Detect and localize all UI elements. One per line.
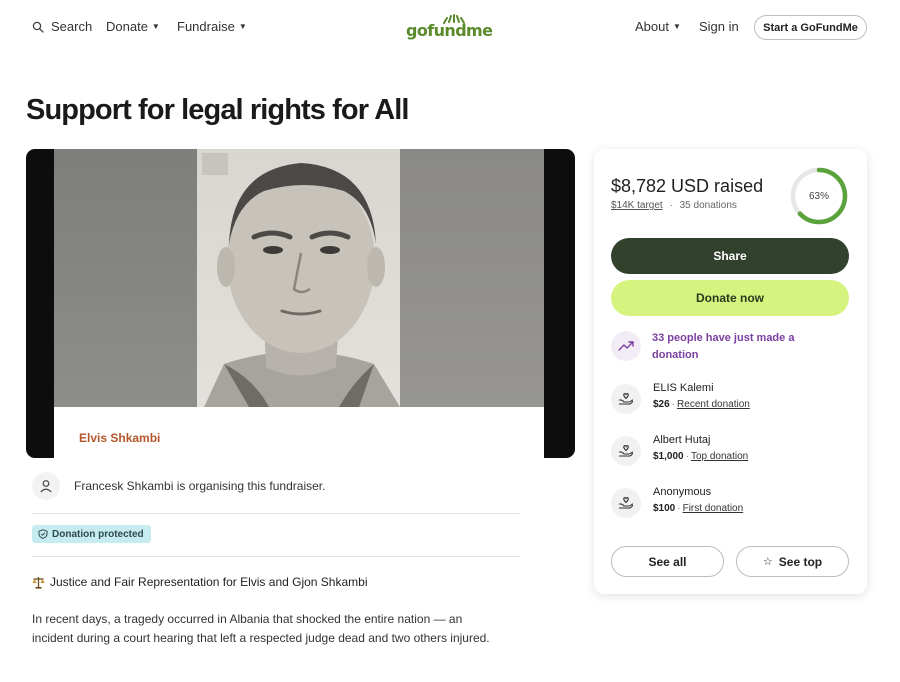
heart-hand-icon [611, 384, 641, 414]
see-all-button[interactable]: See all [611, 546, 724, 577]
page-title: Support for legal rights for All [26, 94, 409, 126]
trend-text: 33 people have just made a donation [652, 332, 795, 361]
donor-row: Albert Hutaj $1,000 · Top donation [611, 434, 849, 468]
shield-icon [38, 529, 48, 539]
start-gofundme-button[interactable]: Start a GoFundMe [754, 15, 867, 40]
see-top-label: See top [778, 554, 823, 569]
see-top-button[interactable]: ☆ See top [736, 546, 849, 577]
amount-raised: $8,782 USD raised [611, 176, 764, 196]
donor-name: ELIS Kalemi [653, 382, 714, 394]
caret-down-icon: ▼ [672, 21, 681, 31]
donation-type-link[interactable]: First donation [683, 503, 744, 514]
donation-type-link[interactable]: Recent donation [677, 399, 750, 410]
donor-separator: · [677, 503, 681, 514]
target-link[interactable]: $14K target [611, 200, 663, 211]
sign-in-link[interactable]: Sign in [699, 19, 739, 34]
user-icon [32, 472, 60, 500]
donate-menu-label: Donate [106, 19, 148, 34]
recent-donations-notice: 33 people have just made a donation [611, 329, 849, 365]
search-label: Search [51, 19, 93, 34]
donation-card: $8,782 USD raised $14K target · 35 donat… [594, 149, 867, 594]
donor-detail: $26 · Recent donation [653, 399, 750, 410]
meta-separator: · [669, 200, 673, 211]
share-button[interactable]: Share [611, 238, 849, 274]
campaign-photo [54, 149, 544, 407]
story-heading-text: Justice and Fair Representation for Elvi… [50, 575, 368, 589]
organiser-text: Francesk Shkambi is organising this fund… [74, 479, 326, 493]
donor-name: Anonymous [653, 486, 712, 498]
story-body: In recent days, a tragedy occurred in Al… [32, 612, 490, 645]
search-link[interactable]: Search [32, 19, 92, 34]
target-meta: $14K target · 35 donations [611, 200, 737, 211]
donor-amount: $1,000 [653, 451, 684, 462]
gofundme-logo[interactable]: gofundme [406, 14, 493, 42]
donation-protected-badge[interactable]: Donation protected [32, 525, 151, 543]
donor-row: ELIS Kalemi $26 · Recent donation [611, 382, 849, 416]
divider [32, 513, 520, 514]
donor-name: Albert Hutaj [653, 434, 711, 446]
star-icon: ☆ [762, 556, 773, 568]
donate-now-button[interactable]: Donate now [611, 280, 849, 316]
logo-sprout-icon [443, 14, 465, 24]
donor-detail: $1,000 · Top donation [653, 451, 748, 462]
balance-scale-icon [32, 576, 45, 589]
donor-separator: · [685, 451, 689, 462]
organiser-row[interactable]: Francesk Shkambi is organising this fund… [32, 472, 520, 500]
search-icon [32, 21, 44, 33]
heart-hand-icon [611, 488, 641, 518]
caret-down-icon: ▼ [238, 21, 247, 31]
protected-label: Donation protected [52, 528, 144, 540]
trending-up-icon [611, 331, 641, 361]
donor-row: Anonymous $100 · First donation [611, 486, 849, 520]
caret-down-icon: ▼ [151, 21, 160, 31]
donor-amount: $100 [653, 503, 676, 514]
portrait-illustration [202, 153, 400, 407]
campaign-hero-image[interactable]: Elvis Shkambi [26, 149, 575, 458]
photo-caption-name: Elvis Shkambi [79, 431, 161, 445]
donation-type-link[interactable]: Top donation [691, 451, 748, 462]
story-heading: Justice and Fair Representation for Elvi… [32, 575, 368, 589]
donor-amount: $26 [653, 399, 670, 410]
about-menu[interactable]: About ▼ [635, 19, 681, 34]
photo-caption-strip: Elvis Shkambi [54, 407, 544, 458]
top-nav: Search Donate ▼ Fundraise ▼ gofundme Abo… [0, 0, 900, 56]
divider [32, 556, 520, 557]
fundraise-menu[interactable]: Fundraise ▼ [177, 19, 247, 34]
about-menu-label: About [635, 19, 669, 34]
donate-menu[interactable]: Donate ▼ [106, 19, 160, 34]
donor-separator: · [671, 399, 676, 410]
progress-percent: 63% [808, 190, 829, 202]
fundraise-menu-label: Fundraise [177, 19, 235, 34]
donor-detail: $100 · First donation [653, 503, 743, 514]
heart-hand-icon [611, 436, 641, 466]
donation-count: 35 donations [679, 200, 737, 211]
